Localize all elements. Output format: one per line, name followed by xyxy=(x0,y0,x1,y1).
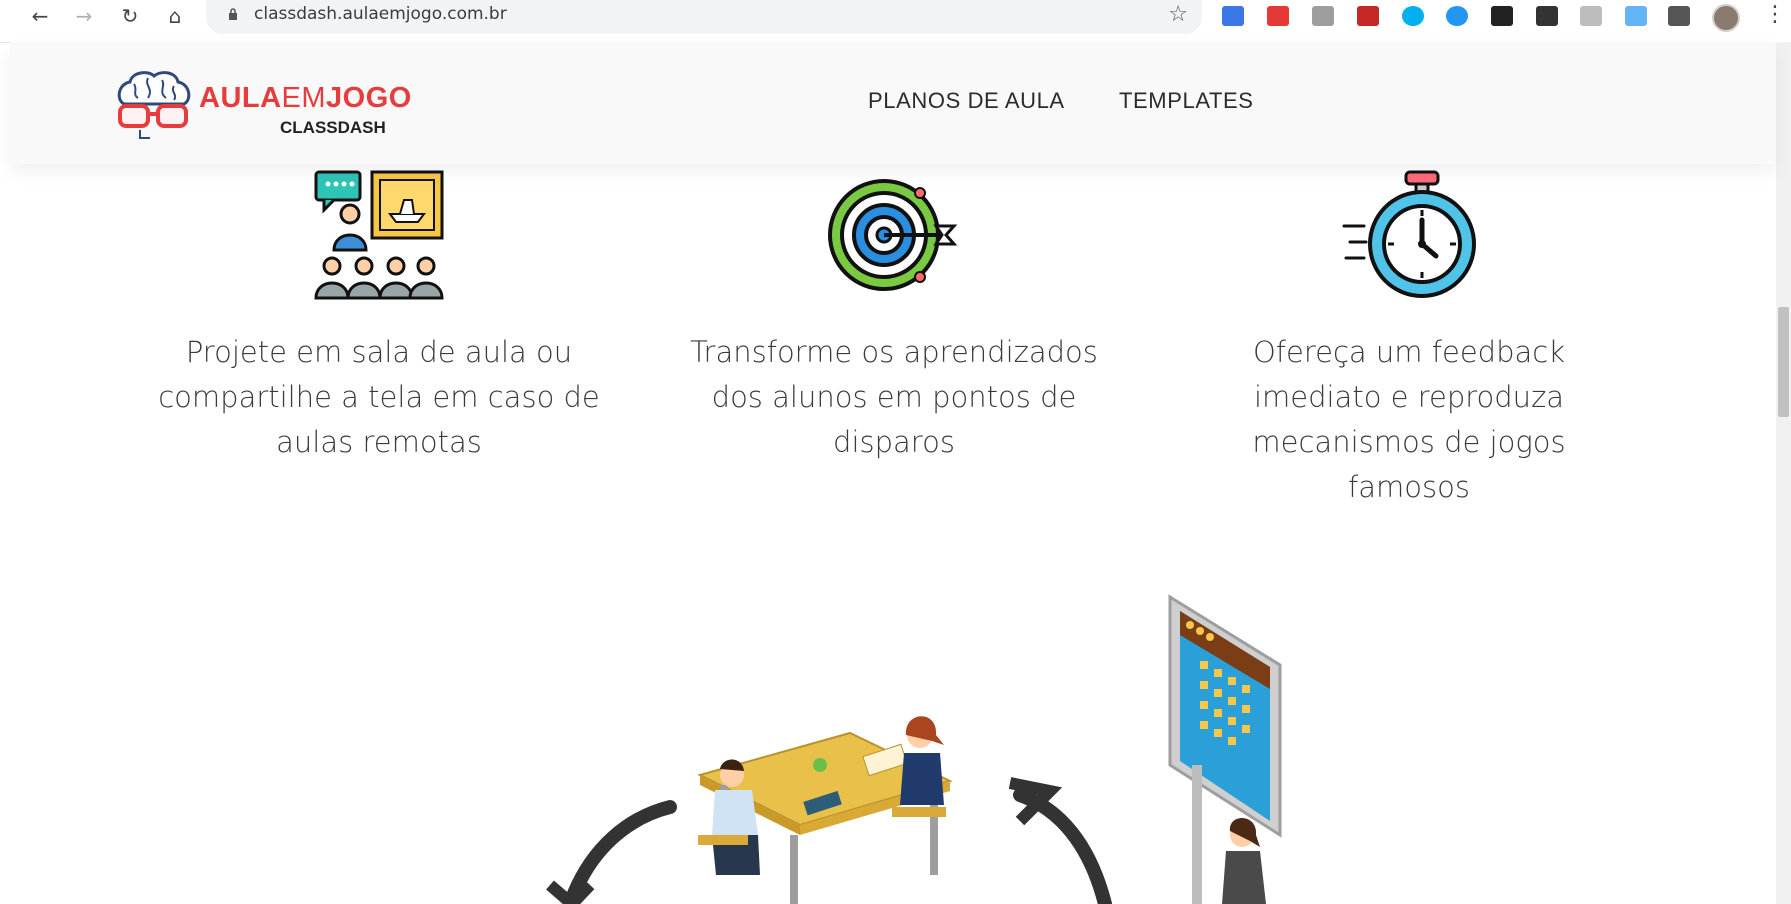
nav-templates[interactable]: TEMPLATES xyxy=(1119,88,1254,114)
scrollbar[interactable] xyxy=(1776,42,1791,904)
chat-extension-icon[interactable] xyxy=(1446,6,1468,26)
feature-text-feedback: Ofereça um feedback imediato e reproduza… xyxy=(1179,330,1639,510)
pdf-extension-icon[interactable] xyxy=(1267,6,1289,26)
feature-line: aulas remotas xyxy=(276,425,482,459)
browser-menu-icon[interactable]: ⋮ xyxy=(1764,2,1786,27)
extension-icon[interactable] xyxy=(1357,6,1379,26)
feature-line: compartilhe a tela em caso de xyxy=(158,380,600,414)
puzzle-extensions-icon[interactable] xyxy=(1668,6,1690,26)
scrollbar-thumb[interactable] xyxy=(1778,307,1789,417)
url-text: classdash.aulaemjogo.com.br xyxy=(254,4,507,24)
forward-icon[interactable]: → xyxy=(72,4,96,28)
feature-line: Transforme os aprendizados xyxy=(690,335,1098,369)
pointer-extension-icon[interactable] xyxy=(1580,6,1602,26)
feature-text-classroom: Projete em sala de aula ou compartilhe a… xyxy=(149,330,609,465)
feature-line: mecanismos de jogos xyxy=(1252,425,1566,459)
site-header: AULAEMJOGO CLASSDASH PLANOS DE AULA TEMP… xyxy=(10,42,1776,164)
classroom-presentation-icon xyxy=(314,170,444,300)
feature-text-target: Transforme os aprendizados dos alunos em… xyxy=(664,330,1124,465)
back-icon[interactable]: ← xyxy=(28,4,52,28)
feature-line: famosos xyxy=(1348,470,1470,504)
logo-subtitle: CLASSDASH xyxy=(280,118,386,137)
extension-icon[interactable] xyxy=(1312,6,1334,26)
nav-planos-de-aula[interactable]: PLANOS DE AULA xyxy=(868,88,1065,114)
feather-extension-icon[interactable] xyxy=(1625,6,1647,26)
reload-icon[interactable]: ↻ xyxy=(118,4,142,28)
home-icon[interactable]: ⌂ xyxy=(163,4,187,28)
feature-line: Projete em sala de aula ou xyxy=(185,335,573,369)
feature-line: imediato e reproduza xyxy=(1253,380,1565,414)
brain-glasses-icon xyxy=(117,71,191,139)
feature-line: dos alunos em pontos de xyxy=(711,380,1077,414)
feature-line: Ofereça um feedback xyxy=(1252,335,1565,369)
skype-icon[interactable] xyxy=(1402,6,1424,26)
address-bar[interactable]: classdash.aulaemjogo.com.br ☆ xyxy=(206,0,1202,34)
logo-wordmark: AULAEMJOGO xyxy=(199,82,412,114)
classroom-game-illustration xyxy=(546,594,1282,904)
translate-extension-icon[interactable] xyxy=(1222,6,1244,26)
browser-toolbar: ← → ↻ ⌂ classdash.aulaemjogo.com.br ☆ ⋮ xyxy=(0,0,1791,43)
clapper-extension-icon[interactable] xyxy=(1491,6,1513,26)
target-arrow-icon xyxy=(828,179,958,291)
stopwatch-icon xyxy=(1342,170,1476,298)
profile-avatar[interactable] xyxy=(1712,4,1740,32)
lock-icon xyxy=(229,8,237,20)
bookmark-star-icon[interactable]: ☆ xyxy=(1168,2,1188,27)
feature-line: disparos xyxy=(833,425,955,459)
site-logo[interactable]: AULAEMJOGO CLASSDASH xyxy=(114,70,414,142)
shield-extension-icon[interactable] xyxy=(1536,6,1558,26)
